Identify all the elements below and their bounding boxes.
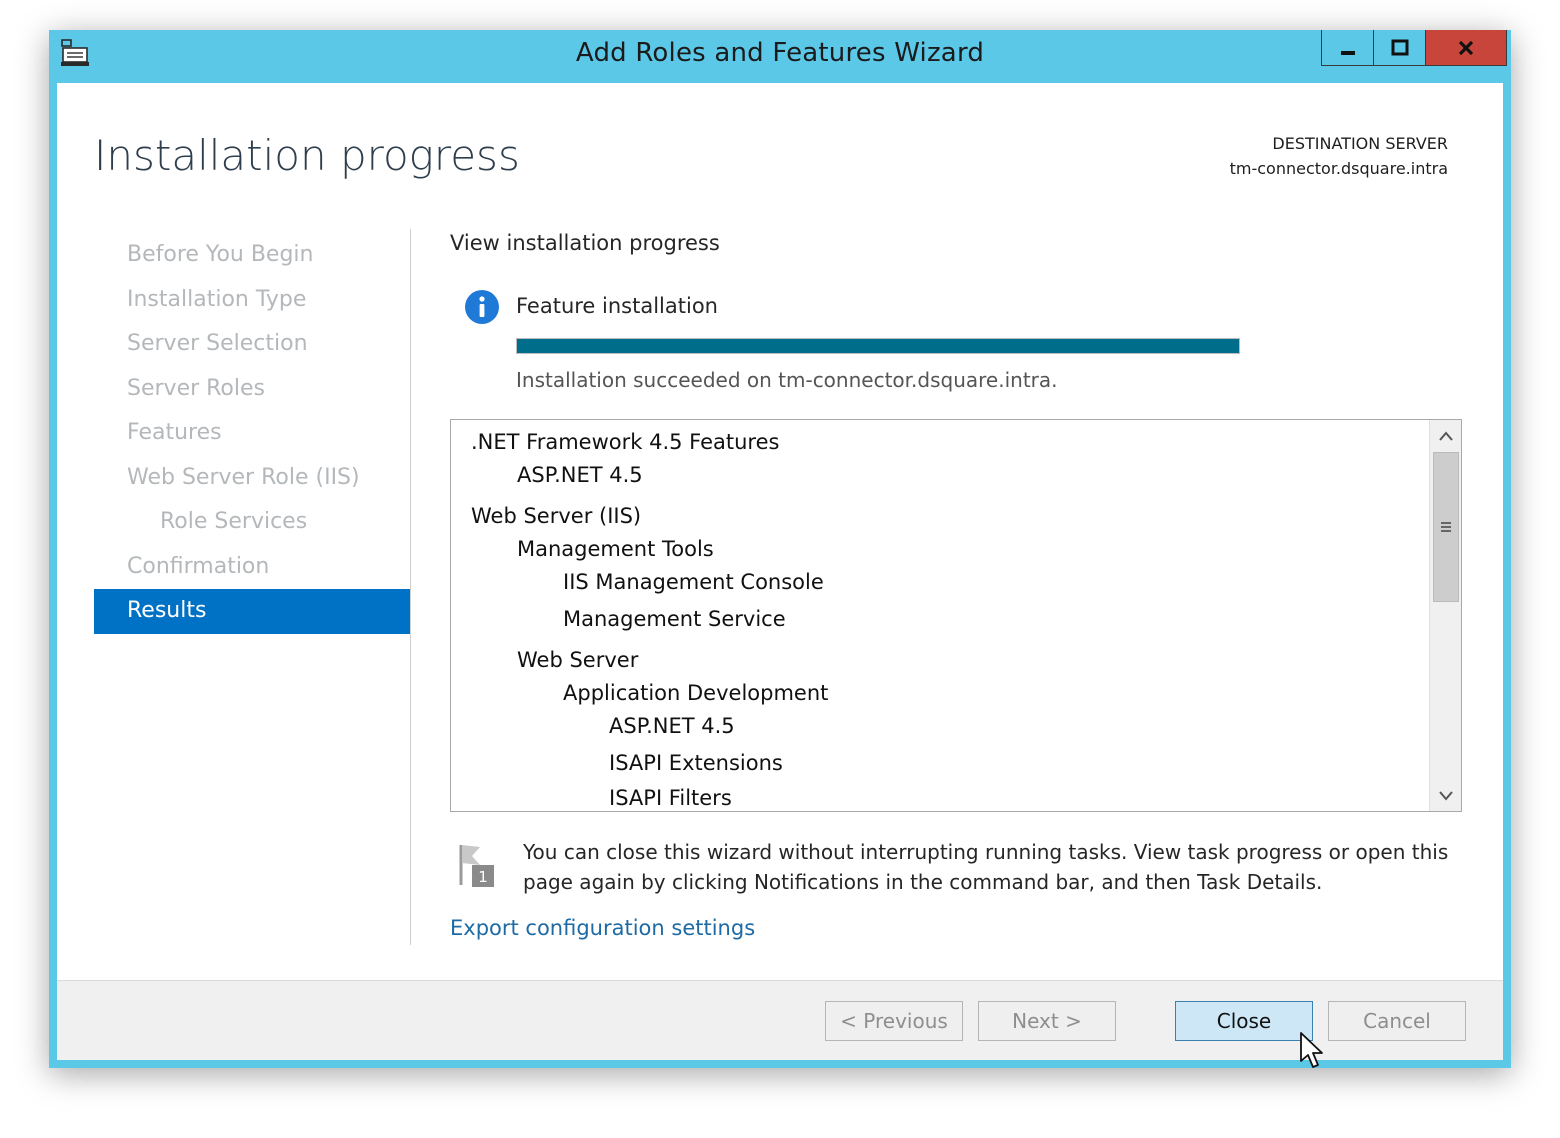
feature-list-item: Web Server <box>517 648 639 672</box>
destination-server-name: tm-connector.dsquare.intra <box>1229 159 1448 178</box>
close-icon <box>1458 40 1474 55</box>
caption-buttons <box>1321 30 1507 66</box>
grip-icon <box>1441 522 1451 532</box>
status-title: Feature installation <box>516 294 718 318</box>
previous-button[interactable]: < Previous <box>825 1001 963 1041</box>
nav-item-confirmation[interactable]: Confirmation <box>94 545 410 590</box>
nav-item-features[interactable]: Features <box>94 411 410 456</box>
nav-item-before-you-begin[interactable]: Before You Begin <box>94 233 410 278</box>
feature-list-item: ISAPI Filters <box>609 786 732 810</box>
features-list[interactable]: .NET Framework 4.5 Features ASP.NET 4.5 We… <box>450 419 1462 812</box>
feature-list-item: Management Service <box>563 607 786 631</box>
nav-item-server-selection[interactable]: Server Selection <box>94 322 410 367</box>
progress-fill <box>517 339 1239 353</box>
wizard-window: Add Roles and Features Wizard Installati… <box>49 30 1511 1068</box>
wizard-nav: Before You Begin Installation Type Serve… <box>94 233 410 634</box>
chevron-up-icon <box>1438 431 1453 441</box>
wizard-client-area: Installation progress DESTINATION SERVER… <box>57 83 1503 1060</box>
info-icon <box>464 289 500 325</box>
maximize-icon <box>1391 39 1408 55</box>
maximize-button[interactable] <box>1373 30 1425 66</box>
window-title: Add Roles and Features Wizard <box>575 38 985 68</box>
nav-divider <box>410 229 411 945</box>
wizard-footer: < Previous Next > Close Cancel <box>57 980 1503 1060</box>
minimize-button[interactable] <box>1321 30 1373 66</box>
destination-server-label: DESTINATION SERVER <box>1272 134 1448 153</box>
nav-item-web-server-role[interactable]: Web Server Role (IIS) <box>94 456 410 501</box>
feature-list-item: Management Tools <box>517 537 714 561</box>
scrollbar-thumb[interactable] <box>1433 452 1459 602</box>
feature-list-item: .NET Framework 4.5 Features <box>471 430 780 454</box>
feature-list-item: Web Server (IIS) <box>471 504 642 528</box>
notification-badge-count: 1 <box>478 868 488 886</box>
feature-list-item: IIS Management Console <box>563 570 824 594</box>
nav-item-results[interactable]: Results <box>94 589 410 634</box>
installation-progress-bar <box>516 338 1240 354</box>
section-heading: View installation progress <box>450 231 720 255</box>
feature-list-item: Application Development <box>563 681 829 705</box>
chevron-down-icon <box>1438 791 1453 801</box>
close-wizard-note: You can close this wizard without interr… <box>523 840 1449 894</box>
next-button[interactable]: Next > <box>978 1001 1116 1041</box>
destination-server-block: DESTINATION SERVER tm-connector.dsquare.… <box>1230 131 1448 181</box>
close-window-button[interactable] <box>1425 30 1507 66</box>
feature-list-item: ASP.NET 4.5 <box>517 463 643 487</box>
export-configuration-link[interactable]: Export configuration settings <box>450 916 755 940</box>
title-bar[interactable]: Add Roles and Features Wizard <box>49 30 1511 83</box>
close-button[interactable]: Close <box>1175 1001 1313 1041</box>
page-title: Installation progress <box>94 131 520 180</box>
vertical-scrollbar[interactable] <box>1429 420 1461 811</box>
scroll-up-button[interactable] <box>1430 421 1461 451</box>
cancel-button[interactable]: Cancel <box>1328 1001 1466 1041</box>
nav-item-installation-type[interactable]: Installation Type <box>94 278 410 323</box>
mouse-cursor-icon <box>1299 1031 1325 1071</box>
nav-item-role-services[interactable]: Role Services <box>94 500 410 545</box>
result-text: Installation succeeded on tm-connector.d… <box>516 368 1058 392</box>
nav-item-server-roles[interactable]: Server Roles <box>94 367 410 412</box>
feature-list-item: ISAPI Extensions <box>609 751 783 775</box>
flag-notification-icon: 1 <box>456 841 498 891</box>
scroll-down-button[interactable] <box>1430 780 1461 810</box>
features-list-items: .NET Framework 4.5 Features ASP.NET 4.5 We… <box>451 420 1429 811</box>
minimize-icon <box>1340 50 1355 55</box>
feature-list-item: ASP.NET 4.5 <box>609 714 735 738</box>
